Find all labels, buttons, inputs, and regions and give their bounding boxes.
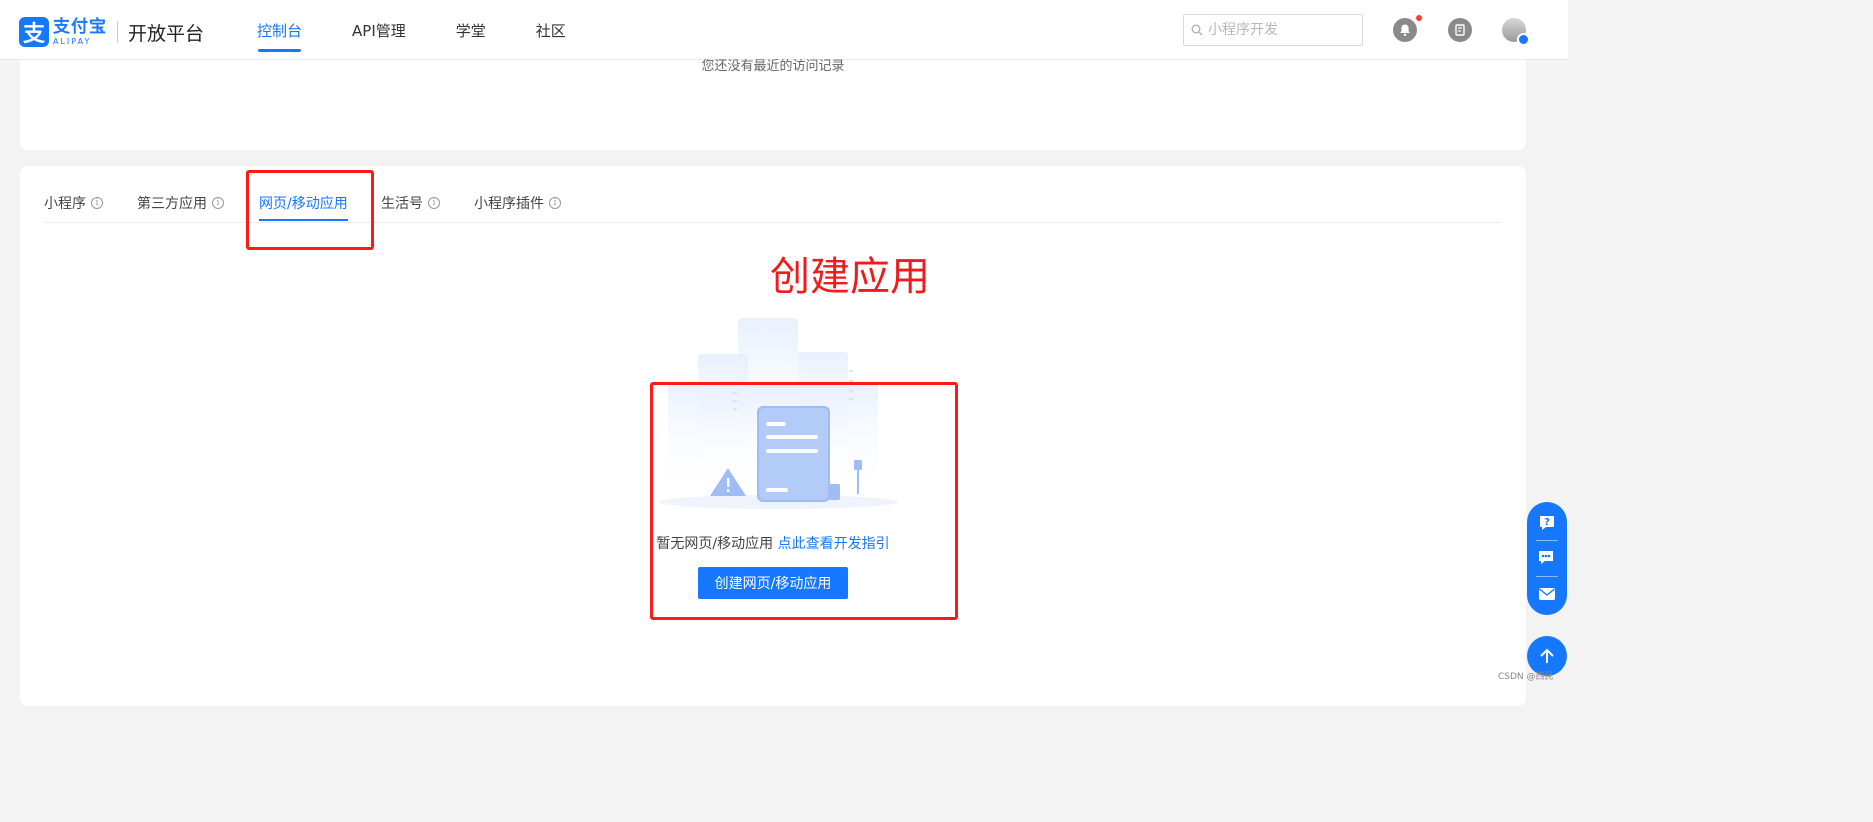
- tab-label: 第三方应用: [137, 196, 207, 212]
- nav-academy[interactable]: 学堂: [456, 0, 486, 60]
- tab-life-account[interactable]: 生活号 i: [381, 193, 440, 213]
- dev-guide-link[interactable]: 点此查看开发指引: [778, 536, 890, 552]
- notification-dot: [1416, 15, 1422, 21]
- chat-icon[interactable]: [1534, 545, 1560, 571]
- highlight-box-tab: [246, 170, 374, 250]
- help-icon[interactable]: ?: [1534, 510, 1560, 536]
- create-web-mobile-app-button[interactable]: 创建网页/移动应用: [698, 567, 848, 599]
- logo-text: 支付宝 ALIPAY: [53, 16, 107, 46]
- nav-api-management[interactable]: API管理: [352, 0, 406, 60]
- no-recent-text: 您还没有最近的访问记录: [701, 59, 845, 74]
- document-icon[interactable]: [1448, 18, 1472, 42]
- logo-cn: 支付宝: [53, 16, 107, 37]
- float-separator: [1536, 540, 1558, 542]
- alipay-logo-icon: 支: [19, 17, 49, 47]
- search-icon: [1191, 24, 1203, 36]
- empty-message: 暂无网页/移动应用: [656, 536, 774, 552]
- recent-visits-card: 您还没有最近的访问记录: [20, 59, 1526, 150]
- info-icon[interactable]: i: [212, 197, 224, 209]
- info-icon[interactable]: i: [91, 197, 103, 209]
- info-icon[interactable]: i: [428, 197, 440, 209]
- empty-state-text: 暂无网页/移动应用 点此查看开发指引: [20, 533, 1526, 553]
- logo-en: ALIPAY: [53, 36, 92, 46]
- floating-help-bar: ?: [1527, 502, 1567, 615]
- nav-console[interactable]: 控制台: [257, 0, 302, 60]
- logo-divider: [117, 21, 118, 43]
- svg-text:?: ?: [1544, 517, 1550, 528]
- float-separator: [1536, 575, 1558, 577]
- search-box[interactable]: [1183, 14, 1363, 46]
- watermark: CSDN @西民: [1498, 672, 1554, 682]
- mail-icon[interactable]: [1534, 581, 1560, 607]
- apps-card: 小程序 i 第三方应用 i 网页/移动应用 生活号 i 小程序插件 i 创建应用: [20, 166, 1526, 706]
- bell-icon[interactable]: [1393, 15, 1422, 42]
- tab-mini-program[interactable]: 小程序 i: [44, 193, 103, 213]
- alipay-logo[interactable]: 支 支付宝 ALIPAY 开放平台: [19, 17, 204, 47]
- main-nav: 控制台 API管理 学堂 社区: [257, 0, 616, 60]
- top-header: 支 支付宝 ALIPAY 开放平台 控制台 API管理 学堂 社区: [0, 0, 1568, 60]
- avatar[interactable]: [1502, 18, 1530, 46]
- tab-label: 小程序: [44, 196, 86, 212]
- tab-label: 小程序插件: [474, 196, 544, 212]
- search-input[interactable]: [1208, 22, 1358, 38]
- platform-title: 开放平台: [128, 22, 205, 45]
- arrow-up-icon: [1540, 648, 1554, 663]
- annotation-text: 创建应用: [770, 254, 930, 300]
- tab-mini-program-plugin[interactable]: 小程序插件 i: [474, 193, 561, 213]
- tab-label: 生活号: [381, 196, 423, 212]
- avatar-badge: [1517, 33, 1530, 46]
- tab-third-party-app[interactable]: 第三方应用 i: [137, 193, 224, 213]
- info-icon[interactable]: i: [549, 197, 561, 209]
- nav-community[interactable]: 社区: [536, 0, 566, 60]
